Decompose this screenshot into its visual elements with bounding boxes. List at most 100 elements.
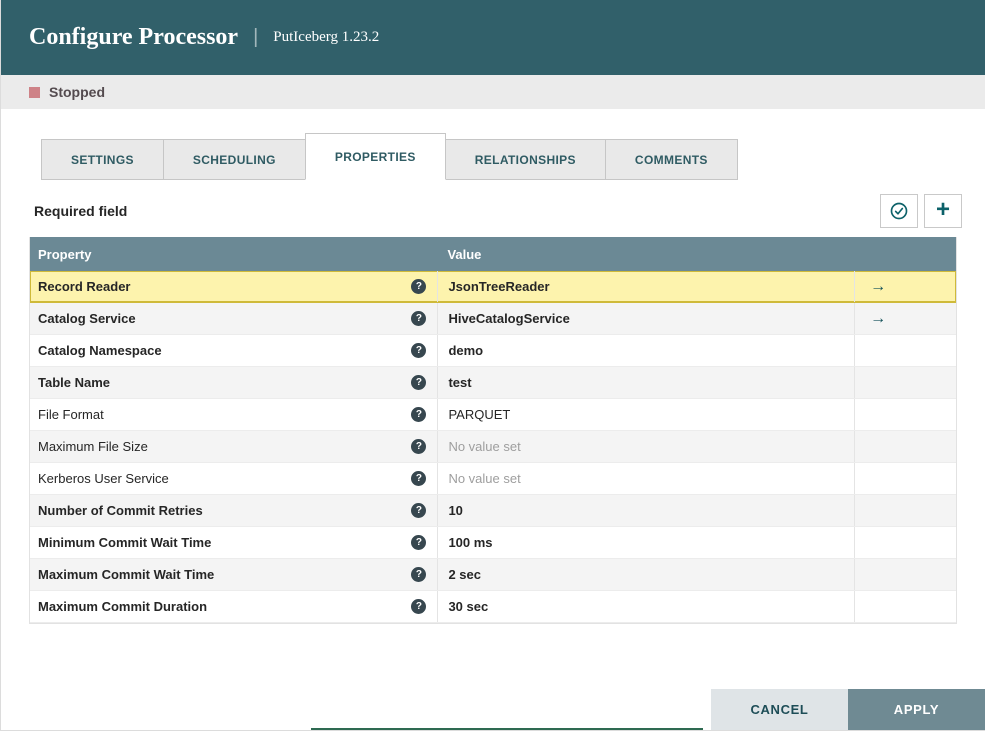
property-name-cell: Catalog Namespace? [30,335,437,366]
help-icon[interactable]: ? [411,343,427,358]
verify-properties-button[interactable] [880,194,918,228]
property-row[interactable]: Maximum Commit Duration? 30 sec [30,591,956,623]
property-value: 30 sec [448,599,489,614]
property-row[interactable]: Catalog Service? HiveCatalogService → [30,303,956,335]
tab-settings[interactable]: SETTINGS [41,139,164,180]
property-value-cell[interactable]: No value set [437,463,854,494]
goto-cell [854,431,956,462]
apply-button[interactable]: APPLY [848,689,985,730]
goto-cell[interactable]: → [854,271,956,302]
property-row[interactable]: Maximum Commit Wait Time? 2 sec [30,559,956,591]
help-icon[interactable]: ? [411,503,427,518]
property-name: Table Name [38,375,111,390]
property-value: test [448,375,472,390]
property-value-cell[interactable]: 10 [437,495,854,526]
tab-properties[interactable]: PROPERTIES [304,133,446,180]
plus-icon: + [935,196,950,223]
property-row[interactable]: File Format? PARQUET [30,399,956,431]
toolbar-buttons: + [880,194,962,228]
help-icon[interactable]: ? [411,407,427,422]
footer-buttons: CANCEL APPLY [711,689,985,730]
table-header-row: Property Value [30,237,956,271]
property-value-cell[interactable]: 100 ms [437,527,854,558]
dialog-title: Configure Processor [29,24,239,50]
property-name: Minimum Commit Wait Time [38,535,212,550]
property-name-cell: Maximum Commit Wait Time? [30,559,437,590]
property-value-cell[interactable]: PARQUET [437,399,854,430]
property-row[interactable]: Catalog Namespace? demo [30,335,956,367]
add-property-button[interactable]: + [924,194,962,228]
tab-relationships[interactable]: RELATIONSHIPS [444,139,606,180]
property-name: File Format [38,407,104,422]
goto-cell [854,591,956,622]
check-circle-icon [889,201,909,221]
help-icon[interactable]: ? [411,535,427,550]
property-name: Maximum Commit Duration [38,599,208,614]
property-name: Kerberos User Service [38,471,169,486]
property-value-cell[interactable]: test [437,367,854,398]
property-name-cell: Minimum Commit Wait Time? [30,527,437,558]
goto-cell [854,463,956,494]
property-name-cell: File Format? [30,399,437,430]
help-icon[interactable]: ? [411,375,427,390]
property-value-cell[interactable]: No value set [437,431,854,462]
goto-cell [854,527,956,558]
property-value-cell[interactable]: JsonTreeReader [437,271,854,302]
property-name: Catalog Namespace [38,343,162,358]
property-row[interactable]: Kerberos User Service? No value set [30,463,956,495]
column-header-value: Value [447,246,482,262]
configure-processor-dialog: Configure Processor | PutIceberg 1.23.2 … [0,0,985,731]
property-row[interactable]: Minimum Commit Wait Time? 100 ms [30,527,956,559]
property-name: Maximum File Size [38,439,148,454]
help-icon[interactable]: ? [411,439,427,454]
tabs: SETTINGS SCHEDULING PROPERTIES RELATIONSHIP… [1,133,985,180]
property-name-cell: Maximum File Size? [30,431,437,462]
title-divider: | [253,26,259,48]
property-name-cell: Maximum Commit Duration? [30,591,437,622]
property-name: Catalog Service [38,311,136,326]
status-bar: Stopped [1,75,985,109]
property-name-cell: Catalog Service? [30,303,437,334]
property-row[interactable]: Record Reader? JsonTreeReader → [30,271,956,303]
properties-table-body: Record Reader? JsonTreeReader → Catalog Ser… [30,271,956,623]
property-name: Record Reader [38,279,131,294]
property-name-cell: Record Reader? [30,271,437,302]
tab-scheduling[interactable]: SCHEDULING [162,139,306,180]
property-value: 10 [448,503,463,518]
property-row[interactable]: Number of Commit Retries? 10 [30,495,956,527]
processor-name-version: PutIceberg 1.23.2 [273,29,380,45]
help-icon[interactable]: ? [411,311,427,326]
goto-cell [854,559,956,590]
status-label: Stopped [49,84,105,100]
column-header-property: Property [38,246,92,262]
property-value-cell[interactable]: 2 sec [437,559,854,590]
help-icon[interactable]: ? [411,471,427,486]
goto-cell[interactable]: → [854,303,956,334]
property-name-cell: Number of Commit Retries? [30,495,437,526]
cancel-button[interactable]: CANCEL [711,689,848,730]
goto-cell [854,367,956,398]
property-value-cell[interactable]: 30 sec [437,591,854,622]
property-name: Maximum Commit Wait Time [38,567,215,582]
required-field-label: Required field [34,203,128,219]
property-value: No value set [448,471,521,486]
goto-service-arrow-icon[interactable]: → [870,310,886,327]
help-icon[interactable]: ? [411,279,427,294]
property-row[interactable]: Maximum File Size? No value set [30,431,956,463]
property-value: JsonTreeReader [448,279,550,294]
property-value: demo [448,343,484,358]
goto-cell [854,495,956,526]
property-value-cell[interactable]: HiveCatalogService [437,303,854,334]
stopped-status-icon [29,86,40,98]
tab-comments[interactable]: COMMENTS [604,139,738,180]
help-icon[interactable]: ? [411,567,427,582]
goto-cell [854,399,956,430]
help-icon[interactable]: ? [411,599,427,614]
bottom-edge-line [311,728,703,730]
property-value: HiveCatalogService [448,311,570,326]
property-value: 100 ms [448,535,493,550]
property-value-cell[interactable]: demo [437,335,854,366]
goto-service-arrow-icon[interactable]: → [870,278,886,295]
property-row[interactable]: Table Name? test [30,367,956,399]
property-value: PARQUET [448,407,511,422]
